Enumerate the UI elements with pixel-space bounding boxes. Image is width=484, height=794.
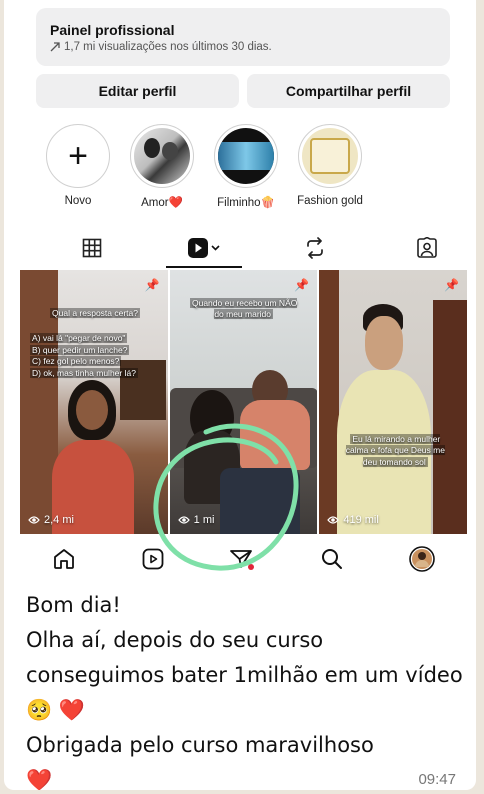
reel-views: 2,4 mi (28, 514, 74, 526)
chat-message-bubble: Painel profissional 1,7 mi visualizações… (4, 0, 476, 790)
heart-icon: ❤️ (58, 698, 85, 722)
highlight-new[interactable]: + Novo (36, 124, 120, 219)
tab-tagged[interactable] (371, 228, 476, 268)
trend-arrow-icon (50, 42, 60, 52)
send-message-icon[interactable] (229, 547, 255, 571)
plus-icon: + (68, 137, 88, 175)
pin-icon: 📌 (144, 278, 160, 292)
reel-caption-title: Qual a resposta certa? (50, 308, 140, 318)
message-text: Bom dia! Olha aí, depois do seu curso co… (26, 588, 466, 790)
dashboard-views-text: 1,7 mi visualizações nos últimos 30 dias… (64, 41, 272, 53)
reel-caption-line: D) ok, mas tinha mulher lá? (30, 367, 138, 378)
message-line: Bom dia! (26, 593, 121, 617)
views-eye-icon (28, 516, 40, 524)
reel-caption-text: Quando eu recebo um NÃO do meu marido (189, 298, 298, 320)
message-timestamp: 09:47 (418, 771, 456, 788)
reel-thumbnail-2[interactable]: Quando eu recebo um NÃO do meu marido 📌 … (169, 270, 318, 534)
profile-avatar-icon[interactable] (408, 546, 435, 572)
reel-caption-line: B) quer pedir um lanche? (30, 344, 130, 355)
highlight-amor[interactable]: Amor❤️ (120, 124, 204, 219)
views-eye-icon (327, 516, 340, 524)
tagged-icon (417, 237, 437, 258)
reel-thumbnail-1[interactable]: Qual a resposta certa? A) vai lá "pegar … (20, 270, 168, 534)
repost-icon (307, 237, 324, 259)
highlight-cover-image (302, 128, 358, 184)
message-line: Obrigada pelo curso maravilhoso (26, 733, 374, 757)
highlight-label: Filminho🍿 (217, 197, 275, 209)
reel-views-count: 2,4 mi (44, 514, 74, 526)
highlight-filminho[interactable]: Filminho🍿 (204, 124, 288, 219)
reels-icon (187, 238, 220, 258)
reel-views: 419 mil (327, 514, 379, 526)
grid-icon (82, 238, 102, 258)
message-line-text: Olha aí, depois do seu curso conseguimos… (26, 628, 463, 722)
highlight-label: Amor❤️ (141, 197, 183, 209)
reel-thumbnail-3[interactable]: Eu lá mirando a mulher calma e fofa que … (319, 270, 468, 534)
profile-actions: Editar perfil Compartilhar perfil (36, 74, 450, 108)
reel-caption: Eu lá mirando a mulher calma e fofa que … (339, 434, 451, 468)
reels-nav-icon[interactable] (141, 547, 165, 571)
highlight-fashion-gold[interactable]: Fashion gold (288, 124, 372, 219)
professional-dashboard[interactable]: Painel profissional 1,7 mi visualizações… (36, 8, 450, 66)
edit-profile-button[interactable]: Editar perfil (36, 74, 239, 108)
highlight-ring: + (46, 124, 110, 188)
profile-tabs (36, 228, 476, 268)
tab-grid[interactable] (36, 228, 148, 268)
message-line: Olha aí, depois do seu curso conseguimos… (26, 623, 466, 728)
heart-icon: ❤️ (26, 768, 53, 790)
tab-reels[interactable] (148, 228, 260, 268)
reel-views-count: 419 mil (343, 514, 379, 526)
bottom-navigation (20, 538, 467, 580)
reel-views: 1 mi (177, 514, 215, 526)
highlight-label: Fashion gold (297, 195, 363, 207)
home-icon[interactable] (52, 547, 76, 571)
instagram-screenshot: Painel profissional 1,7 mi visualizações… (20, 0, 468, 580)
highlight-cover-image (218, 128, 274, 184)
pin-icon: 📌 (294, 278, 310, 292)
reel-caption: Quando eu recebo um NÃO do meu marido (188, 298, 300, 321)
reel-caption-text: Eu lá mirando a mulher calma e fofa que … (345, 434, 445, 467)
dashboard-title: Painel profissional (50, 22, 175, 38)
dashboard-subtitle: 1,7 mi visualizações nos últimos 30 dias… (50, 41, 436, 53)
story-highlights: + Novo Amor❤️ Filminho🍿 Fashion gold (36, 124, 456, 219)
highlight-ring (298, 124, 362, 188)
pin-icon: 📌 (444, 278, 460, 292)
reels-grid: Qual a resposta certa? A) vai lá "pegar … (20, 270, 468, 534)
share-profile-button[interactable]: Compartilhar perfil (247, 74, 450, 108)
message-line: ❤️ (26, 763, 466, 790)
views-eye-icon (177, 516, 190, 524)
reel-views-count: 1 mi (193, 514, 215, 526)
highlight-cover-image (134, 128, 190, 184)
reel-caption-line: A) vai lá "pegar de novo" (30, 333, 128, 344)
highlight-ring (130, 124, 194, 188)
tab-reposts[interactable] (260, 228, 372, 268)
highlight-ring (214, 124, 278, 188)
reel-caption: Qual a resposta certa? A) vai lá "pegar … (30, 308, 160, 379)
highlight-label: Novo (64, 195, 92, 207)
reel-caption-line: C) fez gol pelo menos? (30, 356, 122, 367)
search-icon[interactable] (320, 547, 344, 571)
